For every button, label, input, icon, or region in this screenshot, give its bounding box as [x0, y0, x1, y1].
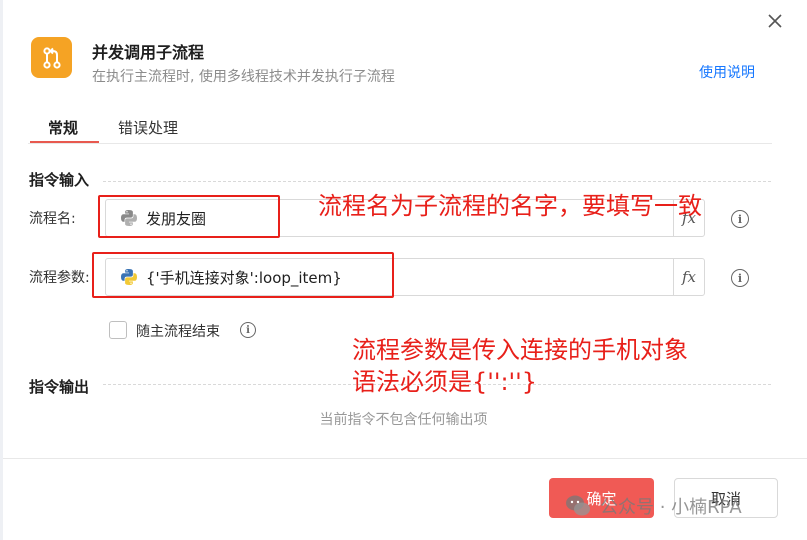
tab-error-handling[interactable]: 错误处理: [118, 117, 178, 138]
info-icon[interactable]: i: [731, 269, 749, 287]
close-icon: [768, 14, 782, 28]
tab-divider: [28, 143, 772, 144]
info-icon[interactable]: i: [731, 210, 749, 228]
watermark-text: 公众号 · 小楠RPA: [600, 497, 742, 518]
annotation-box-flow-params: [92, 252, 394, 298]
end-with-main-label: 随主流程结束: [136, 324, 220, 340]
end-with-main-checkbox[interactable]: [109, 321, 127, 339]
input-section-title: 指令输入: [29, 171, 90, 189]
tab-general[interactable]: 常规: [48, 117, 78, 138]
annotation-box-flow-name: [98, 195, 280, 238]
wechat-icon: [566, 495, 590, 516]
dialog: 并发调用子流程 在执行主流程时, 使用多线程技术并发执行子流程 使用说明 常规 …: [0, 0, 807, 540]
annotation-note-params-line2: 语法必须是{'':''}: [352, 368, 538, 396]
annotation-note-params-line1: 流程参数是传入连接的手机对象: [352, 336, 688, 364]
output-empty-text: 当前指令不包含任何输出项: [319, 412, 488, 428]
flow-params-label: 流程参数:: [29, 270, 90, 286]
dialog-subtitle: 在执行主流程时, 使用多线程技术并发执行子流程: [92, 69, 395, 85]
flow-branch-icon: [31, 37, 72, 78]
footer-divider: [3, 458, 807, 459]
watermark: 公众号 · 小楠RPA: [564, 492, 742, 520]
input-section-divider: [103, 181, 771, 182]
annotation-note-flow-name: 流程名为子流程的名字，要填写一致: [318, 192, 702, 220]
left-strip: [0, 0, 3, 540]
dialog-title: 并发调用子流程: [92, 43, 205, 62]
help-link[interactable]: 使用说明: [699, 62, 755, 82]
output-section-title: 指令输出: [29, 378, 90, 396]
flow-name-label: 流程名:: [29, 211, 76, 227]
fx-button[interactable]: fx: [673, 259, 704, 295]
info-icon[interactable]: i: [240, 322, 256, 338]
active-tab-indicator: [30, 141, 99, 143]
close-button[interactable]: [762, 8, 788, 34]
